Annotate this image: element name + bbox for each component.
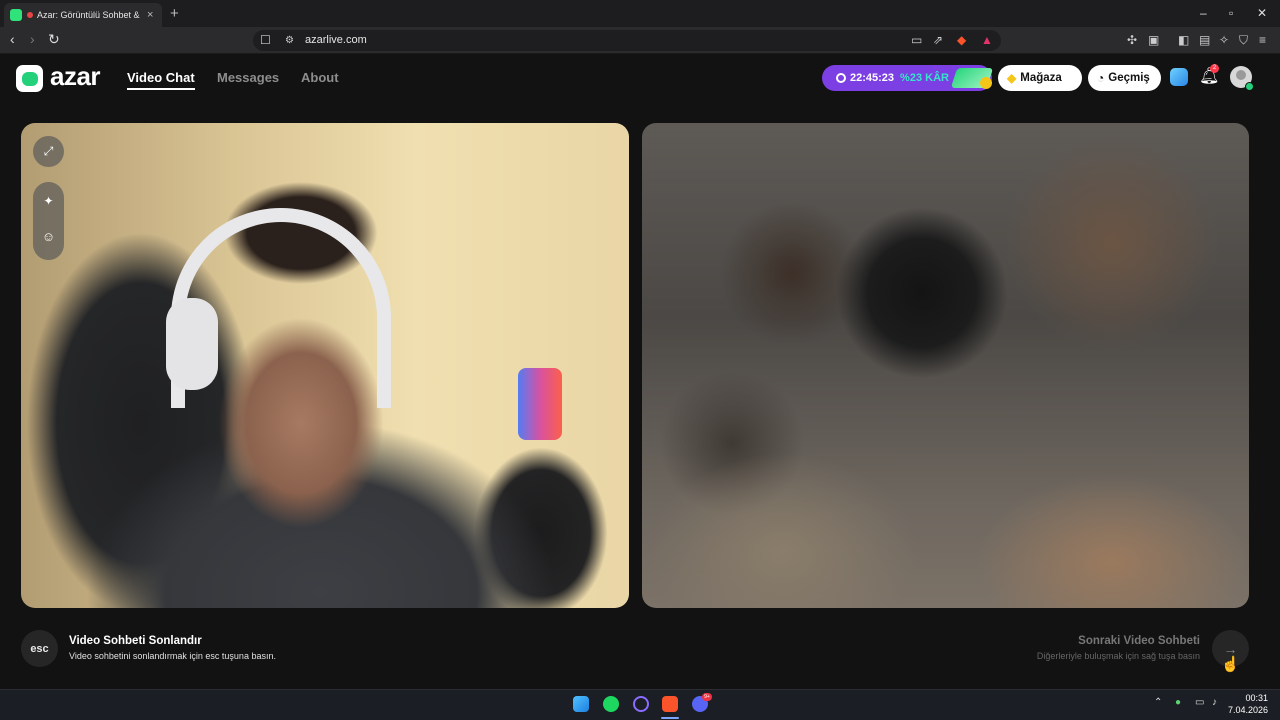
share-icon[interactable]: ⇗ — [933, 33, 943, 47]
next-chat-title: Sonraki Video Sohbeti — [1078, 635, 1200, 647]
brave-shield-icon[interactable]: ◆ — [957, 33, 966, 47]
windows-start-icon[interactable] — [573, 696, 589, 712]
hand-cursor-icon: ☝ — [1221, 656, 1240, 673]
clock-time[interactable]: 00:31 — [1245, 693, 1268, 703]
clock-icon — [836, 73, 846, 83]
display-icon[interactable]: ▭ — [1195, 697, 1204, 708]
end-chat-title: Video Sohbeti Sonlandır — [69, 635, 202, 647]
minimize-button[interactable]: – — [1200, 6, 1207, 20]
brave-icon[interactable] — [662, 696, 678, 712]
cast-icon[interactable]: ▭ — [911, 33, 922, 47]
diamond-icon: ◆ — [1007, 71, 1017, 85]
nav-video-chat[interactable]: Video Chat — [127, 70, 195, 85]
wallet-icon[interactable]: ▤ — [1199, 33, 1210, 47]
close-window-button[interactable]: ✕ — [1257, 6, 1267, 20]
vpn-icon[interactable]: ⛉ — [1239, 33, 1248, 48]
reload-icon[interactable]: ↻ — [48, 31, 60, 48]
clock-date[interactable]: 7.04.2026 — [1228, 705, 1268, 715]
spotify-icon[interactable] — [603, 696, 619, 712]
history-clock-icon: ◔ — [1097, 71, 1105, 85]
brave-rewards-icon[interactable]: ▲ — [981, 33, 993, 47]
browser-tab-bar: Azar: Görüntülü Sohbet & Ye × + – ▫ ✕ — [0, 0, 1280, 27]
microphone-light — [518, 368, 562, 440]
address-bar[interactable]: ☐ ⚙ azarlive.com ▭ ⇗ ◆ ▲ — [253, 30, 1001, 51]
coin-icon — [980, 77, 992, 89]
remote-video-blurred — [642, 123, 1249, 608]
nav-messages[interactable]: Messages — [217, 70, 279, 85]
local-video — [21, 123, 629, 608]
nav-about[interactable]: About — [301, 70, 339, 85]
tray-overflow-icon[interactable]: ⌃ — [1154, 697, 1162, 708]
history-button[interactable]: ◔ Geçmiş — [1088, 65, 1161, 91]
url-text[interactable]: azarlive.com — [305, 34, 367, 46]
microphone-icon[interactable]: ● — [1175, 697, 1181, 708]
wallet-icon[interactable]: ▣ — [1148, 33, 1159, 47]
back-icon[interactable]: ‹ — [10, 31, 15, 47]
menu-icon[interactable]: ≡ — [1259, 33, 1266, 47]
notification-badge: 2 — [1210, 64, 1219, 73]
bookmark-icon[interactable]: ☐ — [260, 33, 271, 47]
logo-text[interactable]: azar — [50, 61, 101, 92]
volume-icon[interactable]: ♪ — [1212, 697, 1217, 708]
leo-icon[interactable]: ✧ — [1219, 33, 1229, 47]
browser-toolbar: ‹ › ↻ ☐ ⚙ azarlive.com ▭ ⇗ ◆ ▲ ✣ ▣ ◧ ▤ ✧… — [0, 27, 1280, 54]
store-label: Mağaza — [1020, 72, 1062, 84]
azar-logo-icon[interactable] — [16, 65, 43, 92]
new-tab-button[interactable]: + — [170, 5, 179, 22]
end-chat-subtitle: Video sohbetini sonlandırmak için esc tu… — [69, 651, 276, 661]
browser-tab[interactable]: Azar: Görüntülü Sohbet & Ye × — [4, 3, 162, 27]
store-button[interactable]: ◆ Mağaza — [998, 65, 1082, 91]
site-info-icon[interactable]: ⚙ — [285, 35, 294, 46]
promo-discount: %23 KÂR — [900, 72, 949, 84]
online-status-dot — [1245, 82, 1254, 91]
esc-button[interactable]: esc — [21, 630, 58, 667]
nav-active-indicator — [127, 88, 195, 90]
video-effects-group: ✦ ☺ — [33, 182, 64, 260]
earcup-shape — [166, 298, 218, 390]
azar-favicon-icon — [10, 9, 22, 21]
forward-icon[interactable]: › — [30, 31, 35, 47]
tab-title: Azar: Görüntülü Sohbet & Ye — [37, 10, 141, 20]
expand-icon[interactable]: ⤢ — [33, 136, 64, 167]
recording-indicator-icon — [27, 12, 33, 18]
next-chat-subtitle: Diğerleriyle buluşmak için sağ tuşa bası… — [1036, 651, 1200, 661]
tab-close-icon[interactable]: × — [147, 9, 153, 21]
magic-wand-icon[interactable]: ✦ — [33, 194, 64, 208]
face-filter-icon[interactable]: ☺ — [33, 229, 64, 244]
promo-time: 22:45:23 — [850, 72, 895, 84]
promo-timer-button[interactable]: 22:45:23 %23 KÂR — [822, 65, 994, 91]
gems-cube-icon[interactable] — [1170, 68, 1188, 86]
extensions-icon[interactable]: ✣ — [1127, 33, 1137, 47]
history-label: Geçmiş — [1108, 72, 1150, 84]
sidebar-icon[interactable]: ◧ — [1178, 33, 1189, 47]
maximize-button[interactable]: ▫ — [1229, 6, 1233, 20]
active-app-indicator — [661, 717, 679, 719]
search-icon[interactable] — [633, 696, 649, 712]
discord-badge: 9+ — [702, 693, 712, 701]
